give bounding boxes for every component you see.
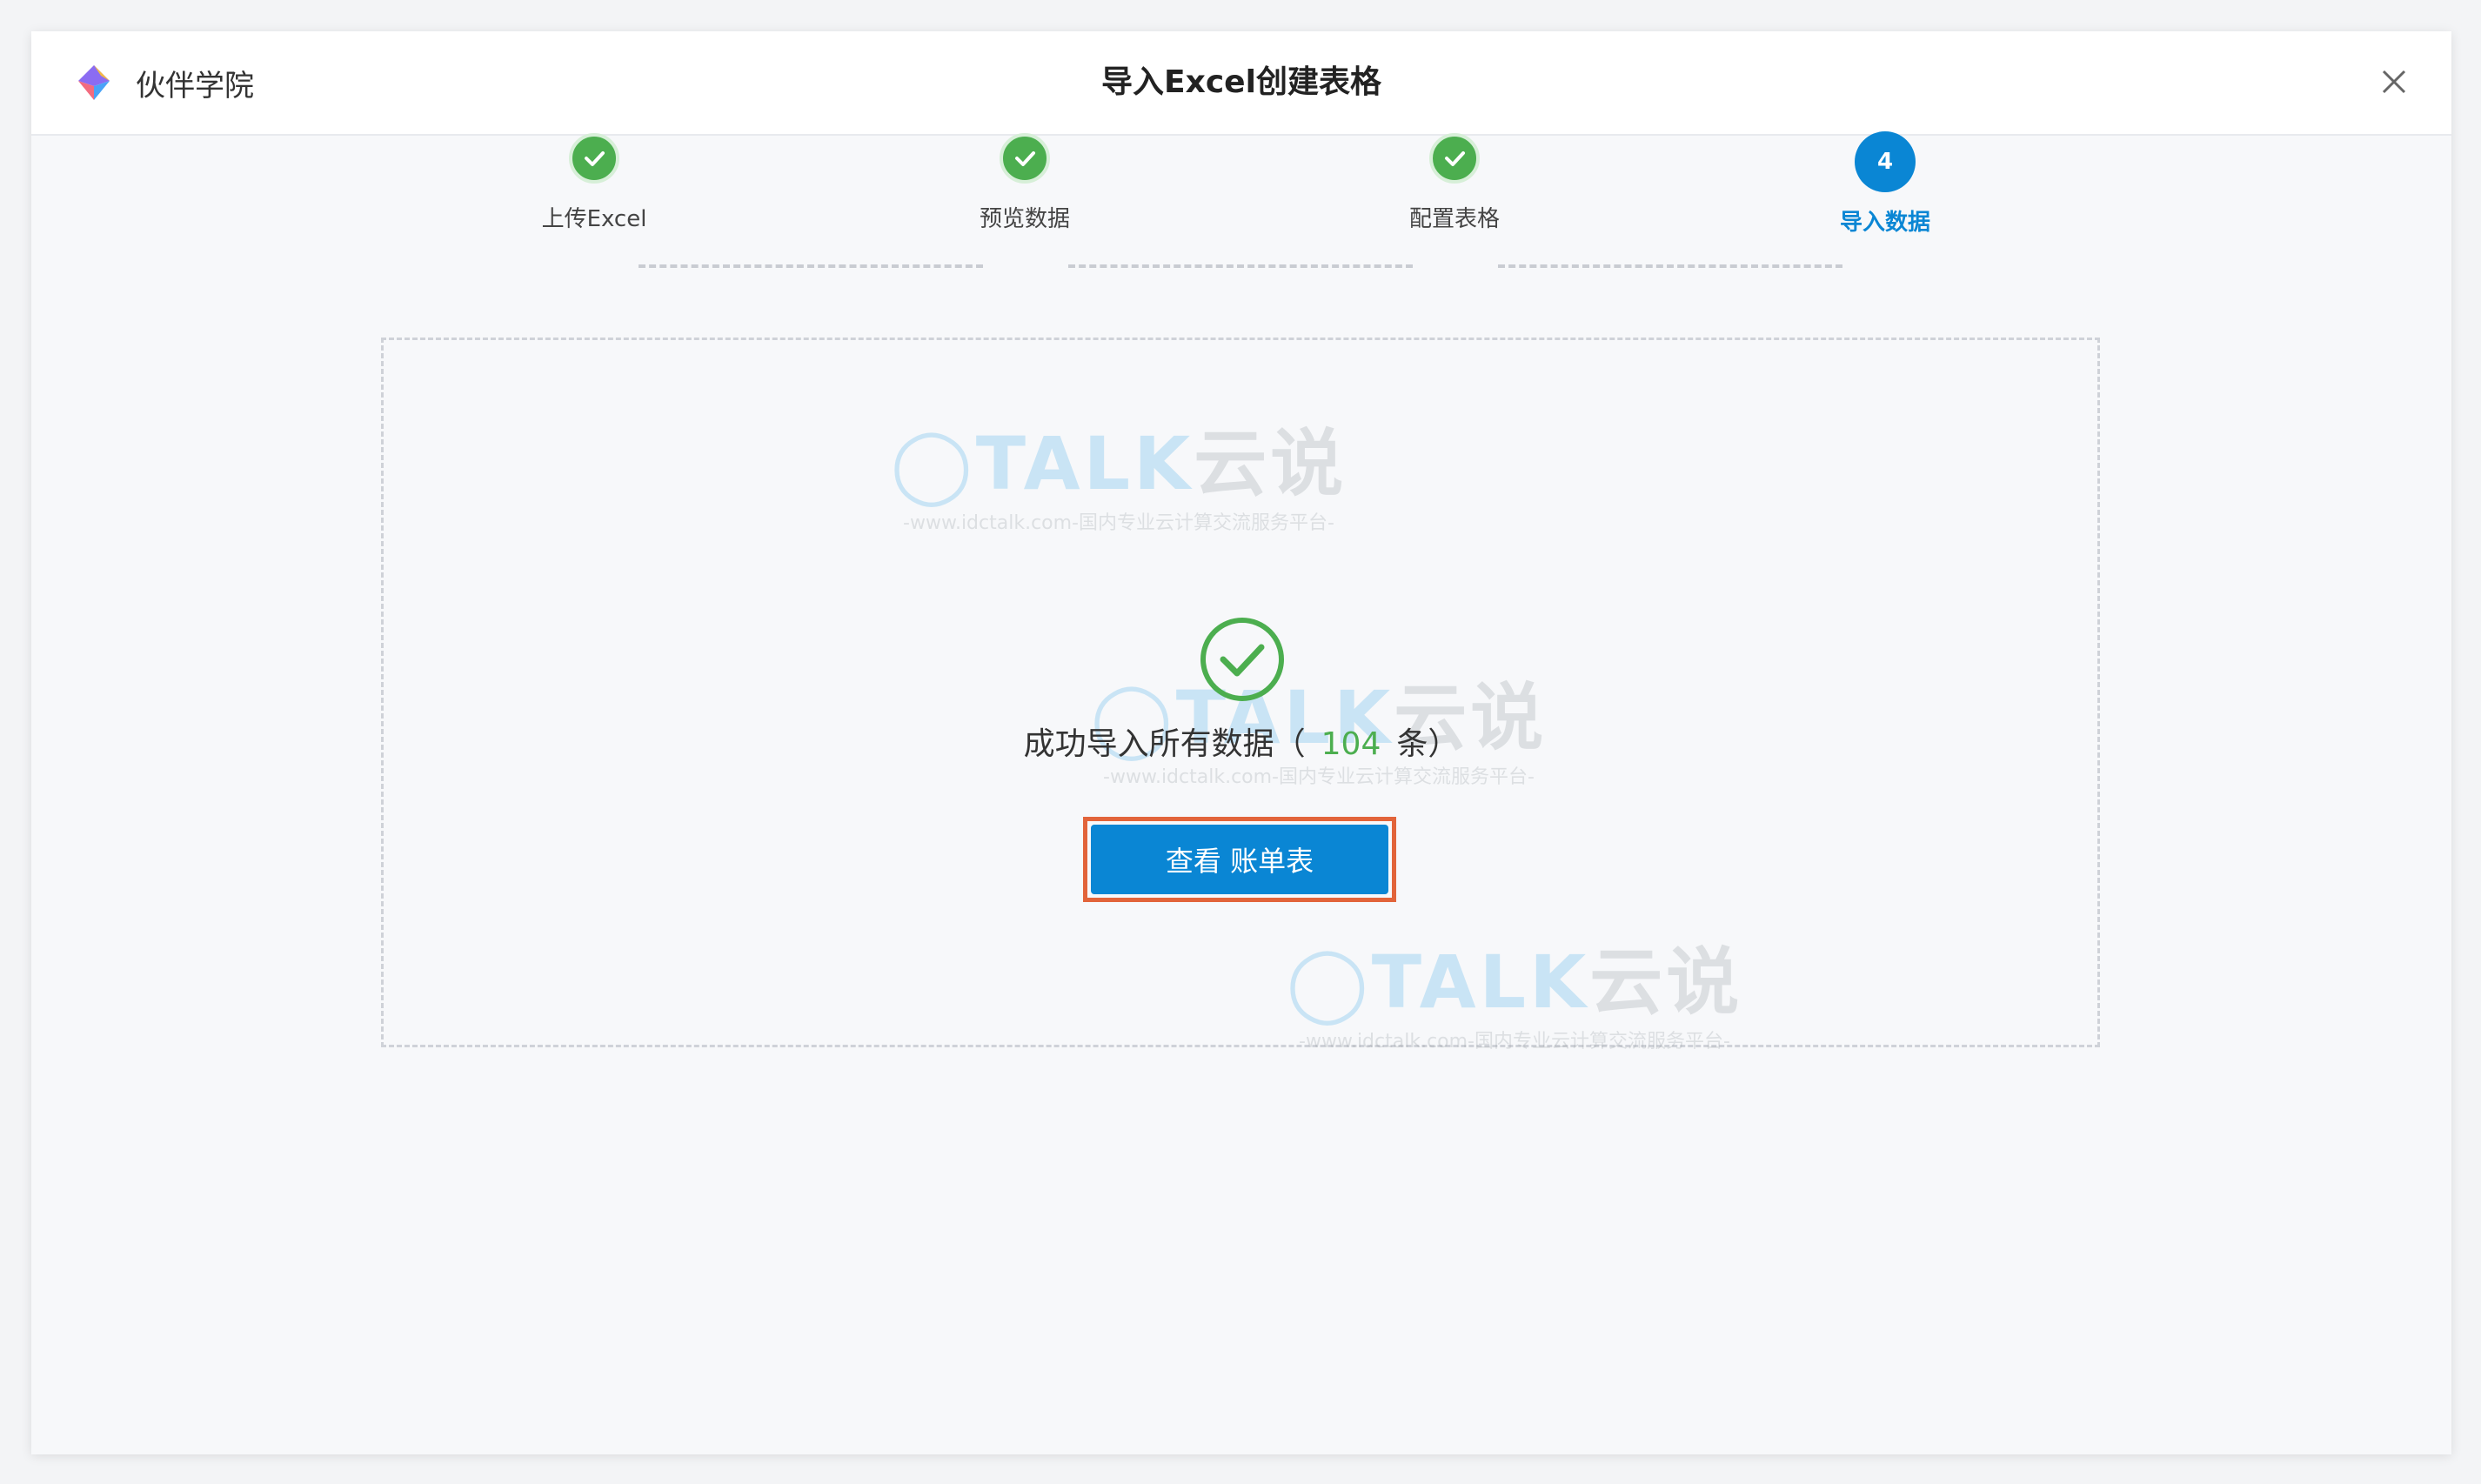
- step-indicator: [31, 134, 2451, 351]
- step-label: 上传Excel: [541, 206, 647, 232]
- step-label: 预览数据: [979, 206, 1070, 232]
- modal-title: 导入Excel创建表格: [1101, 64, 1381, 100]
- step-connector: [1498, 264, 1842, 268]
- success-check-icon: [1200, 618, 1284, 701]
- check-icon: [1015, 151, 1035, 166]
- close-icon[interactable]: [2375, 63, 2413, 101]
- step-connector: [639, 264, 983, 268]
- check-icon: [1445, 151, 1465, 166]
- step-preview-data: 预览数据: [894, 133, 1155, 233]
- check-icon: [585, 151, 605, 166]
- success-prefix: 成功导入所有数据（: [1023, 726, 1306, 762]
- modal-header: 伙伴学院 导入Excel创建表格: [31, 31, 2451, 136]
- step-connector: [1068, 264, 1413, 268]
- step-label: 配置表格: [1408, 206, 1500, 232]
- import-count: 104: [1321, 726, 1381, 762]
- step-active-circle: 4: [1855, 131, 1916, 192]
- view-table-button[interactable]: 查看 账单表: [1091, 825, 1388, 894]
- success-suffix: 条）: [1396, 726, 1460, 762]
- step-label: 导入数据: [1839, 210, 1930, 236]
- step-done-circle: [1000, 133, 1050, 184]
- step-done-circle: [1429, 133, 1480, 184]
- success-message: 成功导入所有数据（ 104 条）: [31, 719, 2451, 764]
- import-modal: 伙伴学院 导入Excel创建表格 上传Excel 预览数据 配置表格 4 导入数…: [31, 31, 2451, 1454]
- step-upload-excel: 上传Excel: [464, 133, 725, 233]
- step-configure-table: 配置表格: [1324, 133, 1585, 233]
- step-done-circle: [569, 133, 619, 184]
- step-import-data: 4 导入数据: [1755, 131, 2016, 237]
